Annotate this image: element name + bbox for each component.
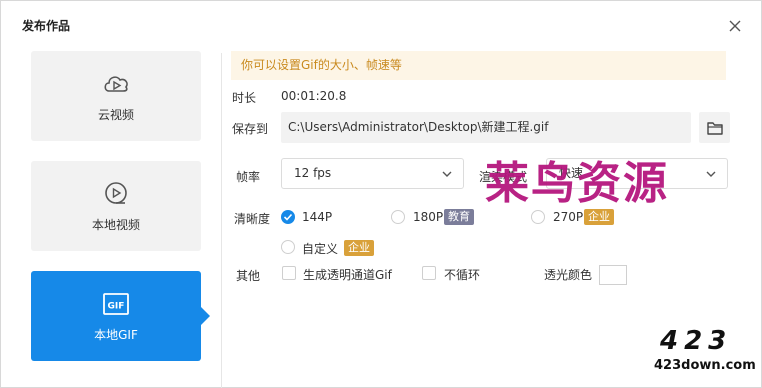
framerate-label: 帧率 [236,170,261,184]
cloud-video-icon [104,76,128,92]
browse-folder-button[interactable] [699,112,730,143]
transparent-color-picker[interactable] [599,265,627,285]
saveto-path-field[interactable]: C:\Users\Administrator\Desktop\新建工程.gif [281,112,691,143]
sidebar-item-cloud-video[interactable]: 云视频 [31,51,201,141]
notice-banner: 你可以设置Gif的大小、帧速等 [231,51,726,80]
site-logo: 423 423down.com [654,326,758,386]
dialog-title: 发布作品 [22,19,71,33]
no-loop-checkbox[interactable] [422,266,436,280]
framerate-value: 12 fps [294,166,332,180]
other-label: 其他 [236,269,261,283]
check-icon [283,213,293,221]
sidebar-item-local-gif[interactable]: GIF 本地GIF [31,271,201,361]
duration-value: 00:01:20.8 [281,89,347,103]
transparent-color-label: 透光颜色 [544,268,593,282]
no-loop-label: 不循环 [444,268,481,282]
clarity-180p-label: 180P [413,210,444,224]
logo-url: 423down.com [654,358,756,373]
close-icon[interactable] [727,18,743,34]
sidebar-item-local-video[interactable]: 本地视频 [31,161,201,251]
folder-icon [706,121,723,135]
sidebar-item-label: 本地视频 [91,218,140,232]
enterprise-badge: 企业 [344,240,374,256]
clarity-custom-radio[interactable] [281,240,295,254]
clarity-144p-radio[interactable] [281,210,295,224]
enterprise-badge: 企业 [584,209,614,225]
sidebar-item-label: 云视频 [97,108,134,122]
local-video-icon [105,182,127,204]
duration-label: 时长 [232,91,257,105]
clarity-label: 清晰度 [234,212,271,226]
saveto-label: 保存到 [232,122,269,136]
sidebar-item-label: 本地GIF [94,328,138,342]
clarity-144p-label: 144P [302,210,333,224]
clarity-270p-radio[interactable] [531,210,545,224]
clarity-270p-label: 270P [553,210,584,224]
active-pointer [201,307,210,325]
gif-icon: GIF [103,293,129,315]
logo-number: 423 [660,326,733,356]
framerate-select[interactable]: 12 fps [281,158,464,189]
edu-badge: 教育 [444,209,474,225]
transparent-gif-label: 生成透明通道Gif [303,268,392,282]
chevron-down-icon [706,171,716,177]
publish-dialog: 发布作品 云视频 本地视频 GIF 本地GIF 你可以设置Gif的大小、帧速等 … [0,0,762,388]
clarity-custom-label: 自定义 [302,242,339,256]
watermark-text: 莱鸟资源 [485,158,669,209]
clarity-180p-radio[interactable] [391,210,405,224]
divider [221,53,222,388]
transparent-gif-checkbox[interactable] [282,266,296,280]
svg-text:GIF: GIF [108,302,125,312]
chevron-down-icon [442,171,452,177]
